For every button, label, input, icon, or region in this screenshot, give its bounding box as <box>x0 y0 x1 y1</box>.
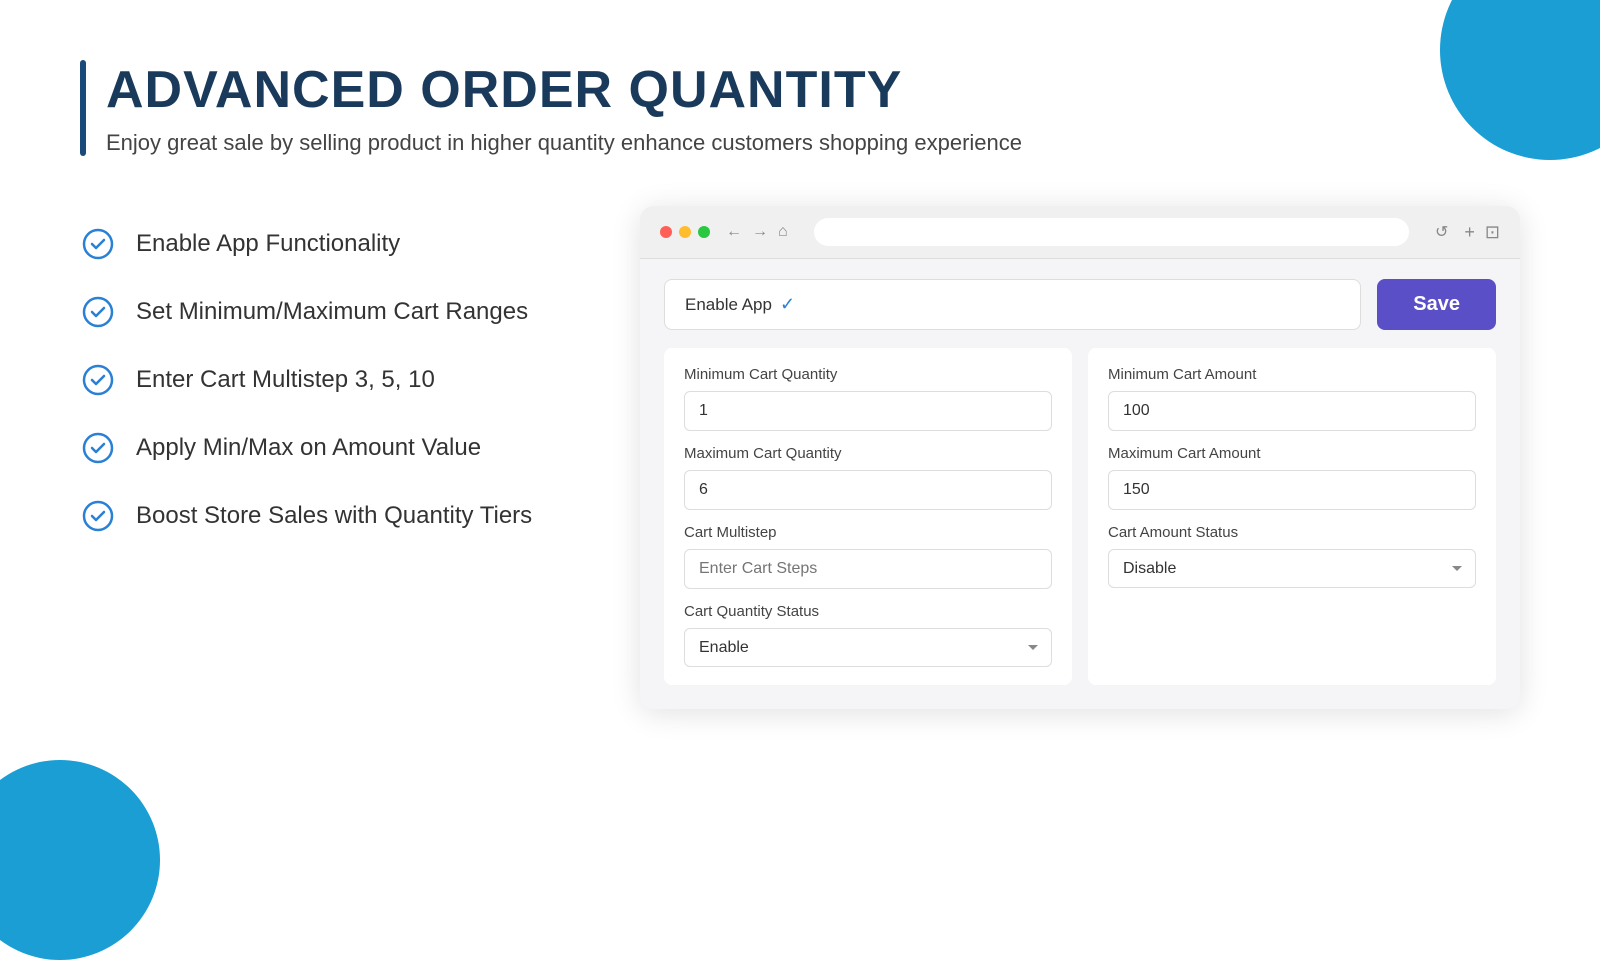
feature-label-5: Boost Store Sales with Quantity Tiers <box>136 502 532 530</box>
form-group-cart-multistep: Cart Multistep <box>684 524 1052 589</box>
feature-list: Enable App Functionality Set Minimum/Max… <box>80 206 580 534</box>
browser-dots <box>660 226 710 238</box>
browser-content: Enable App ✓ Save Minimum Cart Quantity <box>640 259 1520 709</box>
nav-home-icon[interactable]: ⌂ <box>778 223 788 241</box>
feature-item-1: Enable App Functionality <box>80 226 580 262</box>
browser-mockup: ← → ⌂ ↺ + ⊡ Enable App ✓ <box>640 206 1520 709</box>
input-min-cart-qty[interactable] <box>684 391 1052 431</box>
feature-item-4: Apply Min/Max on Amount Value <box>80 430 580 466</box>
browser-toolbar: ← → ⌂ ↺ + ⊡ <box>640 206 1520 259</box>
form-panel-left: Minimum Cart Quantity Maximum Cart Quant… <box>664 348 1072 685</box>
dot-yellow <box>679 226 691 238</box>
label-min-cart-amount: Minimum Cart Amount <box>1108 366 1476 383</box>
label-cart-qty-status: Cart Quantity Status <box>684 603 1052 620</box>
label-cart-amount-status: Cart Amount Status <box>1108 524 1476 541</box>
select-wrapper-cart-qty-status: Enable Disable <box>684 628 1052 667</box>
input-min-cart-amount[interactable] <box>1108 391 1476 431</box>
feature-item-3: Enter Cart Multistep 3, 5, 10 <box>80 362 580 398</box>
form-group-max-cart-amount: Maximum Cart Amount <box>1108 445 1476 510</box>
dot-green <box>698 226 710 238</box>
form-group-max-cart-qty: Maximum Cart Quantity <box>684 445 1052 510</box>
select-cart-qty-status[interactable]: Enable Disable <box>684 628 1052 667</box>
enable-app-row: Enable App ✓ Save <box>664 279 1496 330</box>
browser-share-icon[interactable]: ⊡ <box>1485 222 1500 243</box>
feature-check-icon-1 <box>80 226 116 262</box>
feature-check-icon-3 <box>80 362 116 398</box>
label-cart-multistep: Cart Multistep <box>684 524 1052 541</box>
feature-check-icon-5 <box>80 498 116 534</box>
page-subtitle: Enjoy great sale by selling product in h… <box>106 130 1022 156</box>
header-block: ADVANCED ORDER QUANTITY Enjoy great sale… <box>80 60 1520 156</box>
label-max-cart-amount: Maximum Cart Amount <box>1108 445 1476 462</box>
feature-label-2: Set Minimum/Maximum Cart Ranges <box>136 298 528 326</box>
feature-label-1: Enable App Functionality <box>136 230 400 258</box>
label-min-cart-qty: Minimum Cart Quantity <box>684 366 1052 383</box>
feature-label-4: Apply Min/Max on Amount Value <box>136 434 481 462</box>
enable-app-label: Enable App <box>685 295 772 315</box>
select-wrapper-cart-amount-status: Enable Disable <box>1108 549 1476 588</box>
form-panel-right: Minimum Cart Amount Maximum Cart Amount … <box>1088 348 1496 685</box>
form-group-min-cart-amount: Minimum Cart Amount <box>1108 366 1476 431</box>
feature-check-icon-4 <box>80 430 116 466</box>
nav-back-icon[interactable]: ← <box>726 223 742 241</box>
feature-item-5: Boost Store Sales with Quantity Tiers <box>80 498 580 534</box>
enable-app-field: Enable App ✓ <box>664 279 1361 330</box>
header-text: ADVANCED ORDER QUANTITY Enjoy great sale… <box>106 60 1022 156</box>
form-grid: Minimum Cart Quantity Maximum Cart Quant… <box>664 348 1496 685</box>
browser-actions: + ⊡ <box>1464 222 1500 243</box>
label-max-cart-qty: Maximum Cart Quantity <box>684 445 1052 462</box>
form-group-cart-qty-status: Cart Quantity Status Enable Disable <box>684 603 1052 667</box>
dot-red <box>660 226 672 238</box>
browser-search-bar[interactable] <box>814 218 1409 246</box>
feature-item-2: Set Minimum/Maximum Cart Ranges <box>80 294 580 330</box>
nav-forward-icon[interactable]: → <box>752 223 768 241</box>
page-title: ADVANCED ORDER QUANTITY <box>106 60 1022 120</box>
feature-label-3: Enter Cart Multistep 3, 5, 10 <box>136 366 435 394</box>
form-group-cart-amount-status: Cart Amount Status Enable Disable <box>1108 524 1476 588</box>
feature-check-icon-2 <box>80 294 116 330</box>
browser-add-tab-icon[interactable]: + <box>1464 222 1475 243</box>
browser-nav: ← → ⌂ <box>726 223 788 241</box>
input-max-cart-amount[interactable] <box>1108 470 1476 510</box>
input-cart-multistep[interactable] <box>684 549 1052 589</box>
enable-app-checkbox[interactable]: ✓ <box>780 294 795 315</box>
main-content: Enable App Functionality Set Minimum/Max… <box>80 206 1520 709</box>
header-accent-bar <box>80 60 86 156</box>
browser-reload-icon[interactable]: ↺ <box>1435 222 1448 242</box>
save-button[interactable]: Save <box>1377 279 1496 330</box>
input-max-cart-qty[interactable] <box>684 470 1052 510</box>
select-cart-amount-status[interactable]: Enable Disable <box>1108 549 1476 588</box>
form-group-min-cart-qty: Minimum Cart Quantity <box>684 366 1052 431</box>
